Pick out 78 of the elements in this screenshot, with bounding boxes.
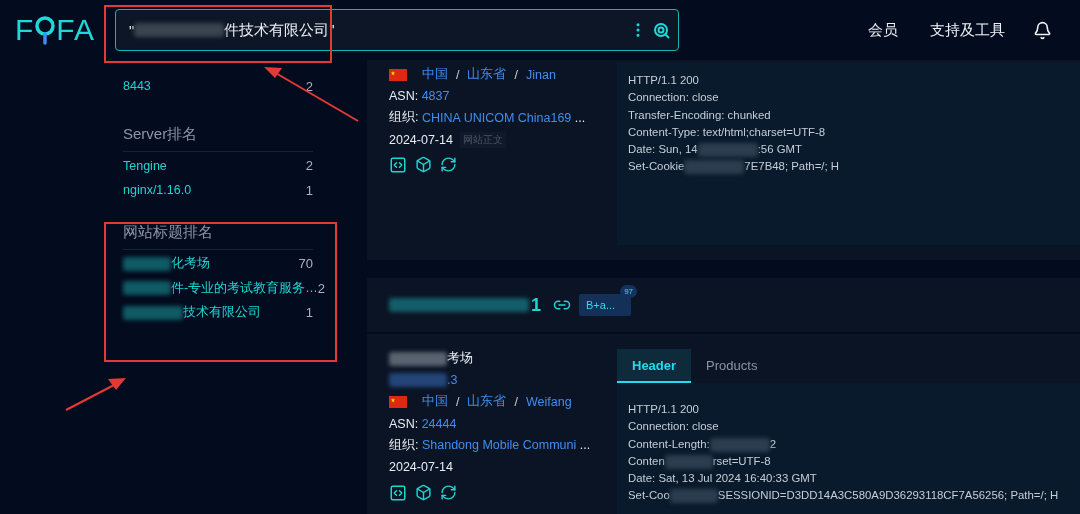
logo-text: F	[15, 13, 35, 47]
count-text: 2	[305, 158, 313, 174]
asn-link[interactable]: 4837	[421, 89, 450, 104]
redaction-mark	[389, 373, 447, 388]
site-title: 考场	[447, 350, 473, 368]
ellipsis: ...	[579, 438, 591, 453]
count-text: 1	[305, 182, 313, 198]
date-text: 2024-07-14	[389, 459, 453, 474]
redaction-mark	[664, 454, 713, 469]
section-title: 网站标题排名	[123, 222, 313, 250]
count-text: 1	[305, 305, 313, 321]
nav-link[interactable]: 会员	[868, 20, 898, 40]
china-flag-icon	[389, 396, 407, 408]
refresh-icon[interactable]	[440, 156, 457, 174]
asn-label: ASN:	[389, 89, 419, 104]
logo-text: FA	[56, 13, 95, 47]
location-link[interactable]: Weifang	[525, 395, 572, 409]
pin-logo-icon	[34, 15, 57, 45]
header-line: Date: Sun, 14 :56 GMT	[628, 142, 803, 159]
ranking-link[interactable]: Tengine	[123, 158, 167, 173]
header-line: Content-Type: text/html;charset=UTF-8	[628, 124, 827, 140]
header-line: Transfer-Encoding: chunked	[628, 107, 772, 123]
annotation-arrow	[64, 376, 128, 412]
location-link[interactable]: 中国	[422, 393, 448, 411]
search-icon[interactable]	[653, 21, 670, 39]
separator: /	[456, 395, 460, 409]
china-flag-icon	[389, 68, 407, 81]
tab[interactable]: Header	[617, 349, 692, 383]
org-label: 组织:	[389, 436, 419, 454]
location-link[interactable]: Jinan	[525, 67, 556, 82]
header-line: Connection: close	[628, 419, 720, 435]
redaction-mark	[684, 160, 745, 175]
section-title: Server排名	[123, 124, 313, 152]
ranking-link[interactable]: 化考场	[171, 255, 210, 273]
count-text: 2	[317, 280, 325, 296]
ip-link[interactable]: 1	[531, 294, 541, 316]
ranking-link[interactable]: 技术有限公司	[183, 304, 261, 322]
tab[interactable]: Products	[691, 349, 773, 383]
location-link[interactable]: 山东省	[467, 66, 507, 84]
separator: /	[514, 395, 518, 409]
count-badge: 97	[620, 285, 638, 298]
cube-icon[interactable]	[415, 156, 432, 174]
header-line: HTTP/1.1 200	[628, 73, 700, 88]
host-link[interactable]: .3	[447, 373, 458, 388]
location-link[interactable]: 中国	[422, 66, 448, 84]
code-icon[interactable]	[389, 156, 407, 175]
header-line: Conten rset=UTF-8	[628, 453, 772, 471]
refresh-icon[interactable]	[440, 483, 457, 501]
count-text: 70	[298, 256, 313, 272]
count-text: 2	[305, 78, 313, 94]
ranking-link[interactable]: nginx/1.16.0	[123, 183, 192, 198]
redaction-mark	[389, 351, 447, 366]
separator: /	[456, 67, 460, 82]
header-line: Content-Length: 2	[628, 436, 778, 453]
redaction-mark	[697, 143, 758, 158]
header-line: HTTP/1.1 200	[628, 402, 700, 417]
location-link[interactable]: 山东省	[467, 393, 507, 411]
org-link[interactable]: Shandong Mobile Communi	[421, 438, 577, 453]
tag[interactable]: B+a...	[579, 294, 632, 316]
header-line: Date: Sat, 13 Jul 2024 16:40:33 GMT	[628, 471, 818, 487]
redaction-mark	[669, 489, 718, 504]
asn-label: ASN:	[389, 416, 419, 431]
org-label: 组织:	[389, 109, 419, 127]
ranking-link[interactable]: 件-专业的考试教育服务…	[171, 279, 318, 297]
asn-link[interactable]: 24444	[421, 416, 457, 431]
org-link[interactable]: CHINA UNICOM China169	[421, 111, 572, 125]
code-icon[interactable]	[389, 483, 407, 502]
nav-link[interactable]: 支持及工具	[930, 20, 1005, 40]
header-line: Connection: close	[628, 90, 720, 106]
ranking-link[interactable]: 8443	[123, 79, 151, 94]
header-line: Set-Cookie 7E7B48; Path=/; H	[628, 159, 841, 176]
date-text: 2024-07-14	[389, 132, 453, 147]
cube-icon[interactable]	[415, 483, 432, 501]
separator: /	[514, 67, 518, 82]
bell-icon[interactable]	[1033, 20, 1052, 40]
ellipsis: ...	[574, 111, 586, 125]
header-line: Set-Coo SESSIONID=D3DD14A3C580A9D36293118CF7A56256; Path=/; H	[628, 488, 1060, 505]
redaction-mark	[709, 437, 770, 452]
